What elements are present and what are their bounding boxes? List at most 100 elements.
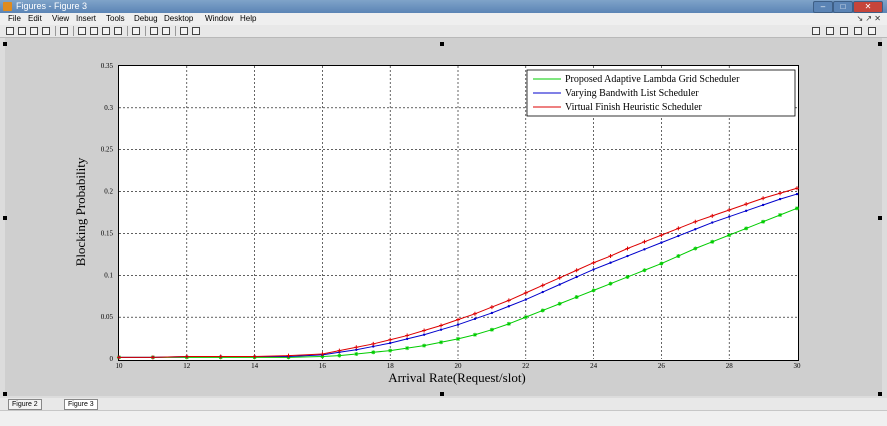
figure-tabbar: Figure 2 Figure 3	[0, 398, 887, 410]
data-point	[694, 228, 697, 231]
x-tick-label: 20	[455, 362, 463, 370]
data-point	[523, 315, 528, 320]
data-point	[388, 348, 393, 353]
data-point	[643, 248, 646, 251]
x-tick-label: 12	[183, 362, 191, 370]
data-point	[744, 209, 748, 213]
data-point	[557, 275, 562, 280]
y-tick-label: 0.15	[101, 229, 114, 237]
data-point	[218, 354, 223, 359]
data-point	[642, 239, 647, 244]
data-point	[710, 239, 715, 244]
data-point	[490, 311, 494, 315]
data-point	[591, 288, 596, 293]
data-point	[795, 192, 799, 196]
y-tick-label: 0.35	[101, 62, 114, 70]
data-point	[439, 340, 444, 345]
data-point	[761, 203, 765, 207]
tab-figure-2[interactable]: Figure 2	[8, 399, 42, 410]
blocking-probability-chart: 10 12 14 16 18 20 22 24 26 28 30 0 0.05 0.1 0.15 0.2 0.2…	[101, 62, 802, 370]
data-point	[371, 350, 376, 355]
x-tick-label: 30	[794, 362, 802, 370]
data-point	[710, 213, 715, 218]
y-tick-label: 0.3	[104, 104, 113, 112]
x-tick-label: 10	[116, 362, 124, 370]
data-point	[473, 317, 477, 321]
data-point	[693, 219, 698, 224]
data-point	[660, 241, 663, 244]
data-point	[642, 268, 647, 273]
data-point	[626, 254, 629, 258]
status-strip	[0, 410, 887, 426]
data-point	[591, 260, 596, 265]
x-tick-label: 16	[319, 362, 327, 370]
y-tick-label: 0.1	[104, 271, 113, 279]
data-point	[609, 261, 612, 264]
data-point	[506, 298, 511, 303]
data-point	[711, 221, 714, 224]
data-point	[625, 274, 630, 279]
legend-entry: Virtual Finish Heuristic Scheduler	[565, 102, 703, 113]
tab-figure-3[interactable]: Figure 3	[64, 399, 98, 410]
data-point	[761, 219, 766, 224]
data-point	[676, 226, 681, 231]
data-point	[540, 308, 545, 313]
data-point	[592, 268, 595, 271]
x-tick-label: 28	[726, 362, 734, 370]
legend-entry: Proposed Adaptive Lambda Grid Scheduler	[565, 74, 740, 85]
data-point	[795, 206, 799, 211]
data-point	[388, 337, 393, 342]
y-tick-label: 0.25	[101, 146, 114, 154]
data-point	[625, 246, 630, 251]
data-point	[354, 351, 359, 356]
data-point	[472, 332, 477, 337]
data-point	[574, 295, 579, 300]
data-point	[728, 215, 731, 218]
data-point	[405, 346, 410, 351]
data-point	[456, 323, 460, 326]
data-point	[761, 196, 766, 201]
data-point	[778, 191, 783, 196]
x-axis-label: Arrival Rate(Request/slot)	[388, 370, 526, 385]
data-point	[557, 301, 562, 306]
x-tick-label: 14	[251, 362, 259, 370]
data-point	[489, 305, 494, 310]
data-point	[405, 333, 410, 338]
data-point	[523, 290, 528, 295]
data-point	[744, 202, 749, 207]
data-point	[608, 254, 613, 259]
data-point	[489, 327, 494, 332]
y-tick-label: 0	[110, 355, 114, 363]
data-point	[727, 207, 732, 212]
data-point	[795, 186, 799, 191]
data-point	[422, 328, 427, 333]
data-point	[676, 254, 681, 259]
data-point	[439, 323, 444, 328]
x-tick-label: 22	[522, 362, 530, 370]
data-point	[524, 298, 527, 301]
y-tick-label: 0.05	[101, 313, 114, 321]
data-point	[472, 311, 477, 316]
data-point	[778, 197, 782, 201]
data-point	[506, 321, 511, 326]
y-axis-label: Blocking Probability	[73, 157, 88, 267]
data-point	[540, 283, 545, 288]
legend-entry: Varying Bandwith List Scheduler	[565, 88, 699, 99]
x-tick-label: 26	[658, 362, 666, 370]
x-tick-label: 18	[387, 362, 395, 370]
data-point	[693, 246, 698, 251]
data-point	[507, 305, 511, 308]
data-point	[677, 234, 680, 238]
data-point	[389, 341, 392, 345]
data-point	[252, 354, 257, 359]
data-point	[337, 353, 342, 358]
data-point	[608, 281, 613, 286]
data-point	[439, 328, 443, 331]
data-point	[371, 341, 376, 346]
data-point	[405, 337, 409, 341]
data-point	[354, 345, 359, 350]
data-point	[575, 275, 578, 279]
data-point	[456, 317, 460, 322]
x-tick-label: 24	[590, 362, 598, 370]
data-point	[422, 343, 427, 348]
